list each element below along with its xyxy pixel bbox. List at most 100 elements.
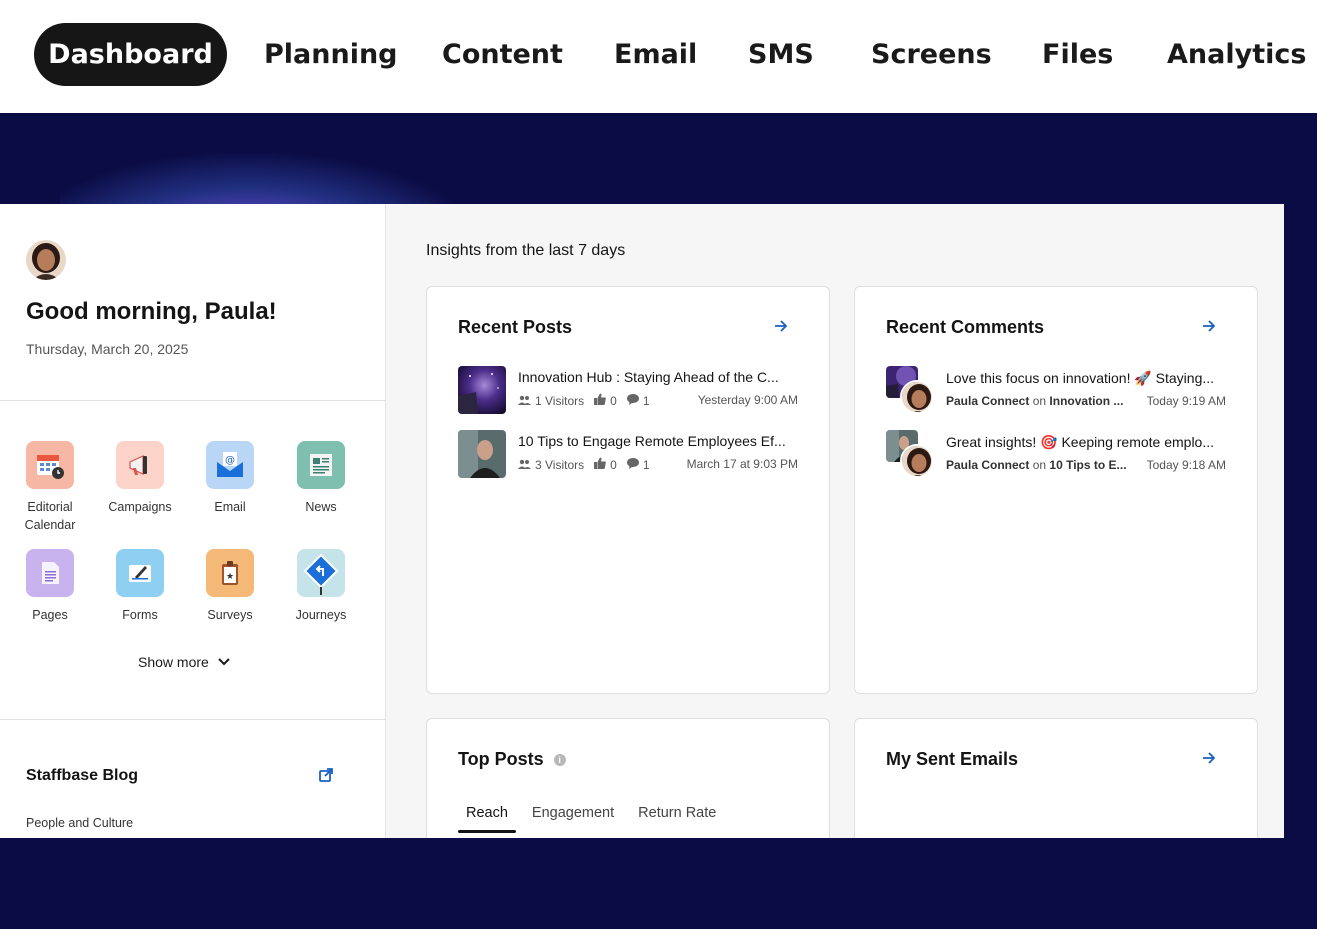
arrow-right-icon[interactable] (1201, 318, 1217, 339)
app-label: Surveys (207, 608, 253, 622)
post-meta: 3 Visitors 0 1 (518, 457, 660, 472)
tab-reach[interactable]: Reach (458, 805, 516, 833)
tab-return-rate[interactable]: Return Rate (630, 805, 724, 833)
card-title: Top Posts i (458, 749, 566, 770)
post-meta: 1 Visitors 0 1 (518, 393, 660, 408)
editorial-calendar-icon (26, 441, 74, 489)
current-date: Thursday, March 20, 2025 (26, 341, 189, 357)
comments-count: 1 (642, 457, 650, 472)
visitors-count: 3 Visitors (535, 457, 585, 472)
top-navigation: Dashboard Planning Content Email SMS Scr… (0, 0, 1317, 113)
top-posts-card: Top Posts i Reach Engagement Return Rate (426, 718, 830, 838)
chevron-down-icon (217, 654, 231, 670)
blog-category[interactable]: People and Culture (26, 816, 133, 830)
avatar[interactable] (26, 240, 66, 280)
comment-on: on (1032, 394, 1047, 408)
newspaper-icon (297, 441, 345, 489)
comment-post: 10 Tips to E... (1049, 458, 1127, 472)
dashboard-frame: Good morning, Paula! Thursday, March 20,… (0, 204, 1284, 838)
info-icon[interactable]: i (553, 754, 566, 766)
tab-planning[interactable]: Planning (264, 23, 398, 86)
app-news[interactable]: News (276, 441, 366, 516)
recent-comments-card: Recent Comments Love this focus on innov… (854, 286, 1258, 694)
tab-dashboard[interactable]: Dashboard (34, 23, 227, 86)
megaphone-icon (116, 441, 164, 489)
card-title: My Sent Emails (886, 749, 1019, 769)
top-posts-title: Top Posts (458, 749, 544, 769)
app-label: Journeys (295, 608, 347, 622)
post-thumbnail (458, 430, 506, 478)
avatar (900, 380, 934, 414)
app-surveys[interactable]: ★ Surveys (185, 549, 275, 624)
show-more-button[interactable]: Show more (138, 654, 231, 670)
app-label: Email (214, 500, 246, 514)
form-icon (116, 549, 164, 597)
thumbs-up-icon (594, 393, 606, 408)
tab-engagement[interactable]: Engagement (524, 805, 622, 833)
divider (0, 400, 386, 401)
blog-title: Staffbase Blog (26, 767, 139, 784)
app-label: Editorial Calendar (24, 500, 76, 532)
users-icon (518, 458, 531, 472)
comment-meta: Paula Connect on Innovation ... (946, 394, 1123, 408)
external-link-icon[interactable] (318, 767, 334, 788)
likes-count: 0 (610, 393, 617, 408)
tab-screens[interactable]: Screens (871, 23, 992, 86)
thumbs-up-icon (594, 457, 606, 472)
tab-files[interactable]: Files (1042, 23, 1113, 86)
hero-glow (60, 153, 480, 204)
divider (0, 719, 386, 720)
app-label: Forms (122, 608, 158, 622)
list-item[interactable]: Love this focus on innovation! 🚀 Staying… (886, 366, 1226, 414)
sidebar-panel: Good morning, Paula! Thursday, March 20,… (0, 204, 386, 838)
app-pages[interactable]: Pages (5, 549, 95, 624)
tab-content[interactable]: Content (442, 23, 563, 86)
app-forms[interactable]: Forms (95, 549, 185, 624)
sent-emails-card: My Sent Emails (854, 718, 1258, 838)
app-campaigns[interactable]: Campaigns (95, 441, 185, 516)
insights-heading: Insights from the last 7 days (426, 242, 626, 259)
app-email[interactable]: @ Email (185, 441, 275, 516)
comment-meta: Paula Connect on 10 Tips to E... (946, 458, 1127, 472)
post-date: Yesterday 9:00 AM (697, 393, 798, 407)
list-item[interactable]: Innovation Hub : Staying Ahead of the C.… (458, 366, 798, 414)
recent-posts-card: Recent Posts Innovation Hub : Staying Ah… (426, 286, 830, 694)
tab-analytics[interactable]: Analytics (1167, 23, 1306, 86)
envelope-icon: @ (206, 441, 254, 489)
app-journeys[interactable]: Journeys (276, 549, 366, 624)
comment-text: Great insights! 🎯 Keeping remote emplo..… (946, 434, 1215, 450)
card-title: Recent Comments (886, 317, 1045, 337)
visitors-count: 1 Visitors (535, 393, 585, 408)
post-date: March 17 at 9:03 PM (686, 457, 798, 471)
tab-sms[interactable]: SMS (748, 23, 814, 86)
comment-date: Today 9:19 AM (1146, 394, 1226, 408)
show-more-label: Show more (138, 654, 209, 670)
comment-post: Innovation ... (1049, 394, 1124, 408)
comment-on: on (1032, 458, 1047, 472)
likes-count: 0 (610, 457, 617, 472)
list-item[interactable]: Great insights! 🎯 Keeping remote emplo..… (886, 430, 1226, 478)
comment-icon (626, 393, 639, 408)
avatar (900, 444, 934, 478)
svg-text:@: @ (225, 455, 235, 466)
app-editorial-calendar[interactable]: Editorial Calendar (5, 441, 95, 534)
app-label: Pages (32, 608, 68, 622)
comment-text: Love this focus on innovation! 🚀 Staying… (946, 370, 1215, 386)
document-icon (26, 549, 74, 597)
comment-date: Today 9:18 AM (1146, 458, 1226, 472)
tab-email[interactable]: Email (614, 23, 697, 86)
comment-author: Paula Connect (946, 458, 1030, 472)
top-posts-tabs: Reach Engagement Return Rate (458, 805, 732, 833)
post-title: 10 Tips to Engage Remote Employees Ef... (518, 433, 786, 449)
svg-text:★: ★ (226, 572, 234, 582)
app-label: News (305, 500, 337, 514)
card-title: Recent Posts (458, 317, 573, 337)
comment-icon (626, 457, 639, 472)
clipboard-icon: ★ (206, 549, 254, 597)
arrow-right-icon[interactable] (773, 318, 789, 339)
app-label: Campaigns (108, 500, 172, 514)
journey-sign-icon (297, 549, 345, 597)
arrow-right-icon[interactable] (1201, 750, 1217, 771)
post-title: Innovation Hub : Staying Ahead of the C.… (518, 369, 779, 385)
list-item[interactable]: 10 Tips to Engage Remote Employees Ef...… (458, 430, 798, 478)
